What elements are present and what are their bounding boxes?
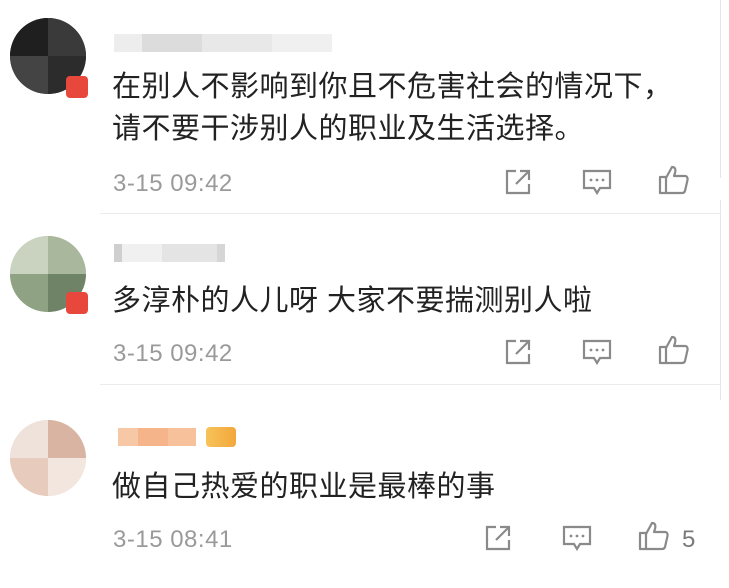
comment-icon xyxy=(562,525,592,552)
divider xyxy=(100,384,721,385)
like-button[interactable] xyxy=(654,160,694,200)
username[interactable] xyxy=(114,34,332,52)
reply-button[interactable] xyxy=(577,162,617,202)
share-button[interactable] xyxy=(498,332,538,372)
username-mosaic xyxy=(118,428,138,446)
share-button[interactable] xyxy=(478,518,518,558)
thumbs-up-icon xyxy=(638,521,669,551)
avatar[interactable] xyxy=(10,420,86,496)
comment-feed: 在别人不影响到你且不危害社会的情况下， 请不要干涉别人的职业及生活选择。 3-1… xyxy=(0,0,729,588)
verified-badge-icon xyxy=(66,292,88,314)
share-icon xyxy=(505,339,531,365)
avatar-pixel xyxy=(48,420,86,458)
avatar-pixel xyxy=(10,420,48,458)
like-button[interactable] xyxy=(634,516,674,556)
avatar-pixel xyxy=(48,458,86,496)
username-mosaic xyxy=(217,244,225,262)
like-button[interactable] xyxy=(654,330,694,370)
avatar-pixel xyxy=(10,18,48,56)
share-icon xyxy=(505,169,531,195)
comment-item: 在别人不影响到你且不危害社会的情况下， 请不要干涉别人的职业及生活选择。 3-1… xyxy=(0,0,729,210)
divider xyxy=(720,0,721,178)
vip-badge-icon xyxy=(206,427,236,447)
avatar-pixel xyxy=(48,236,86,274)
username-mosaic xyxy=(202,34,272,52)
reply-button[interactable] xyxy=(577,332,617,372)
comment-text: 做自己热爱的职业是最棒的事 xyxy=(112,471,496,503)
username-mosaic xyxy=(114,244,122,262)
avatar-pixel xyxy=(48,18,86,56)
username[interactable] xyxy=(118,427,236,447)
username-mosaic xyxy=(162,244,217,262)
divider xyxy=(720,200,721,400)
comment-icon xyxy=(582,339,612,366)
comment-text: 多淳朴的人儿呀 大家不要揣测别人啦 xyxy=(112,285,593,317)
avatar-pixel xyxy=(10,56,48,94)
username-mosaic xyxy=(142,34,202,52)
comment-text: 在别人不影响到你且不危害社会的情况下， 请不要干涉别人的职业及生活选择。 xyxy=(112,71,673,145)
divider xyxy=(100,213,721,214)
timestamp: 3-15 09:42 xyxy=(113,340,233,367)
verified-badge-icon xyxy=(66,76,88,98)
timestamp: 3-15 08:41 xyxy=(113,526,233,553)
timestamp: 3-15 09:42 xyxy=(113,170,233,197)
username-mosaic xyxy=(138,428,168,446)
comment-icon xyxy=(582,169,612,196)
username-mosaic xyxy=(272,34,332,52)
avatar-pixel xyxy=(10,274,48,312)
username-mosaic xyxy=(168,428,196,446)
share-icon xyxy=(485,525,511,551)
username-mosaic xyxy=(122,244,162,262)
username[interactable] xyxy=(114,244,225,262)
avatar-pixel xyxy=(10,458,48,496)
share-button[interactable] xyxy=(498,162,538,202)
reply-button[interactable] xyxy=(557,518,597,558)
thumbs-up-icon xyxy=(658,165,689,195)
like-count: 5 xyxy=(682,526,696,553)
thumbs-up-icon xyxy=(658,335,689,365)
avatar-pixel xyxy=(10,236,48,274)
username-mosaic xyxy=(114,34,142,52)
